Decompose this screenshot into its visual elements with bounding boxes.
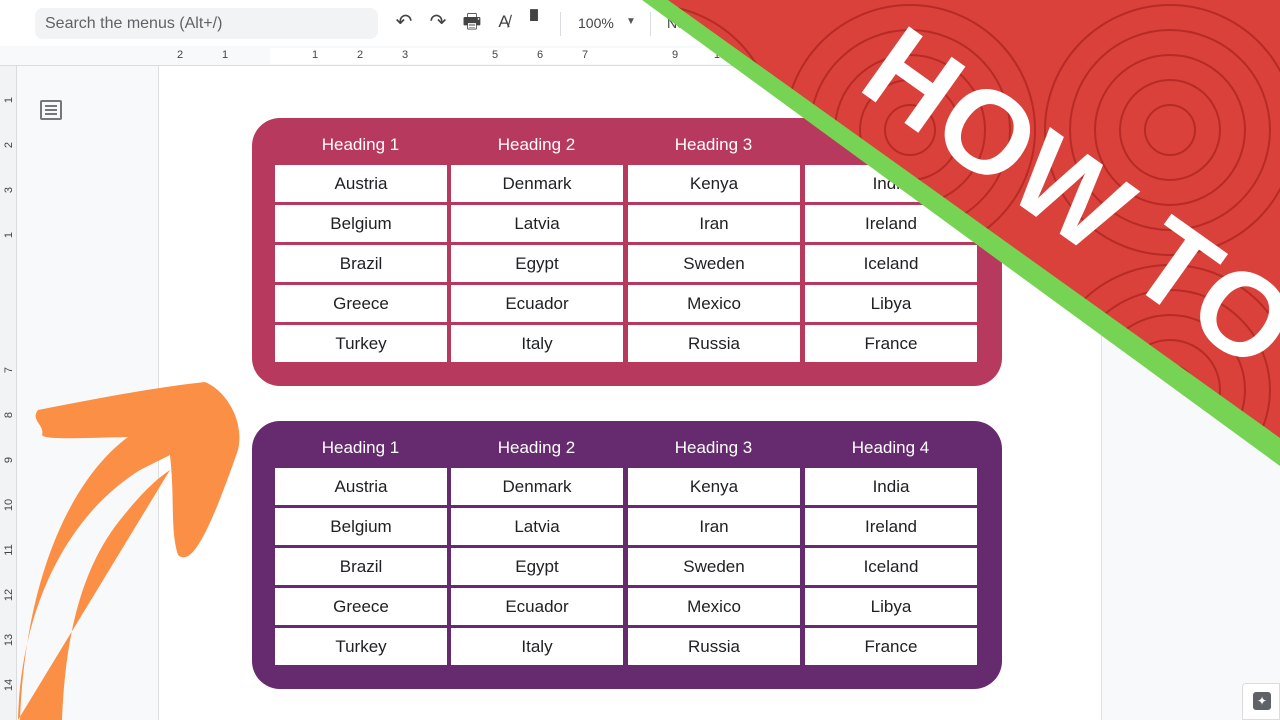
table-cell[interactable]: Latvia (451, 508, 623, 545)
table-heading[interactable]: Heading 3 (627, 135, 800, 155)
ruler-label: 12 (3, 588, 15, 602)
table-heading[interactable]: Heading 3 (627, 438, 800, 458)
ruler-label: 1 (311, 49, 319, 61)
ruler-label: 10 (713, 49, 727, 61)
horizontal-ruler[interactable]: 2 1 1 2 3 5 6 7 9 10 (0, 46, 1280, 66)
table-cell[interactable]: Ireland (805, 508, 977, 545)
explore-icon: ✦ (1253, 692, 1271, 710)
table-cell[interactable]: Iran (628, 508, 800, 545)
table-cell[interactable]: Russia (628, 628, 800, 665)
spellcheck-icon[interactable]: A̸ (492, 10, 516, 34)
paint-format-icon[interactable]: ▘ (526, 10, 550, 34)
ruler-label: 9 (3, 456, 15, 464)
undo-icon[interactable]: ↶ (392, 10, 416, 34)
table-cell[interactable]: Austria (275, 165, 447, 202)
table-heading[interactable]: Heading 1 (274, 135, 447, 155)
table-cell[interactable]: France (805, 628, 977, 665)
table-cell[interactable]: Italy (451, 325, 623, 362)
table-cell[interactable]: India (805, 468, 977, 505)
table-cell[interactable]: Belgium (275, 508, 447, 545)
ruler-label: 1 (3, 96, 15, 104)
table-heading[interactable]: Heading 2 (450, 135, 623, 155)
table-cell[interactable]: Sweden (628, 548, 800, 585)
ruler-label: 8 (3, 411, 15, 419)
table-cell[interactable]: Brazil (275, 245, 447, 282)
table-cell[interactable]: Egypt (451, 548, 623, 585)
print-icon[interactable]: 🖶 (460, 10, 484, 34)
table-cell[interactable]: Russia (628, 325, 800, 362)
table-cell[interactable]: Libya (805, 588, 977, 625)
table-cell[interactable]: Turkey (275, 325, 447, 362)
ruler-label: 13 (3, 633, 15, 647)
divider (650, 12, 651, 36)
table-cell[interactable]: Brazil (275, 548, 447, 585)
table-cell[interactable]: Kenya (628, 165, 800, 202)
ruler-label: 3 (401, 49, 409, 61)
ruler-label: 11 (3, 544, 15, 556)
ruler-label: 2 (176, 49, 184, 61)
toolbar: Search the menus (Alt+/) ↶ ↷ 🖶 A̸ ▘ 100%… (0, 0, 1280, 46)
ruler-label: 3 (3, 186, 15, 194)
table-cell[interactable]: Turkey (275, 628, 447, 665)
table-cell[interactable]: Latvia (451, 205, 623, 242)
table-cell[interactable]: Ecuador (451, 588, 623, 625)
table-cell[interactable]: Greece (275, 588, 447, 625)
ruler-label: 9 (671, 49, 679, 61)
table-cell[interactable]: France (805, 325, 977, 362)
table-cell[interactable]: Greece (275, 285, 447, 322)
redo-icon[interactable]: ↷ (426, 10, 450, 34)
table-cell[interactable]: Iceland (805, 548, 977, 585)
ruler-label: 1 (3, 231, 15, 239)
ruler-label: 1 (221, 49, 229, 61)
table-cell[interactable]: Iceland (805, 245, 977, 282)
table-cell[interactable]: Denmark (451, 468, 623, 505)
document-outline-icon[interactable] (40, 100, 62, 120)
table-cell[interactable]: Mexico (628, 588, 800, 625)
zoom-select[interactable]: 100% (578, 15, 614, 31)
ruler-label: 2 (3, 141, 15, 149)
table-cell[interactable]: Mexico (628, 285, 800, 322)
styled-table[interactable]: Heading 1 Heading 2 Heading 3 Heading 4 Aust… (252, 118, 1002, 386)
style-select[interactable]: No (667, 15, 685, 31)
table-cell[interactable]: Iran (628, 205, 800, 242)
table-cell[interactable]: Ecuador (451, 285, 623, 322)
ruler-label: 7 (581, 49, 589, 61)
table-cell[interactable]: Egypt (451, 245, 623, 282)
table-heading[interactable]: Heading 1 (274, 438, 447, 458)
styled-table[interactable]: Heading 1 Heading 2 Heading 3 Heading 4 Aust… (252, 421, 1002, 689)
table-cell[interactable]: Austria (275, 468, 447, 505)
table-heading[interactable]: Heading 2 (450, 438, 623, 458)
ruler-label: 10 (3, 498, 15, 512)
search-menus-input[interactable]: Search the menus (Alt+/) (35, 8, 378, 39)
chevron-down-icon[interactable]: ▼ (626, 16, 636, 27)
ruler-label: 7 (3, 366, 15, 374)
table-cell[interactable]: Kenya (628, 468, 800, 505)
ruler-label: 6 (536, 49, 544, 61)
explore-button[interactable]: ✦ (1242, 683, 1280, 720)
ruler-label: 5 (491, 49, 499, 61)
table-cell[interactable]: Ireland (805, 205, 977, 242)
vertical-ruler[interactable]: 1 2 3 1 7 8 9 10 11 12 13 14 (0, 66, 17, 720)
table-cell[interactable]: Belgium (275, 205, 447, 242)
table-cell[interactable]: Sweden (628, 245, 800, 282)
table-cell[interactable]: Italy (451, 628, 623, 665)
ruler-label: 14 (3, 678, 15, 692)
table-cell[interactable]: Libya (805, 285, 977, 322)
table-heading[interactable]: Heading 4 (804, 438, 977, 458)
ruler-label: 2 (356, 49, 364, 61)
table-cell[interactable]: Denmark (451, 165, 623, 202)
divider (560, 12, 561, 36)
